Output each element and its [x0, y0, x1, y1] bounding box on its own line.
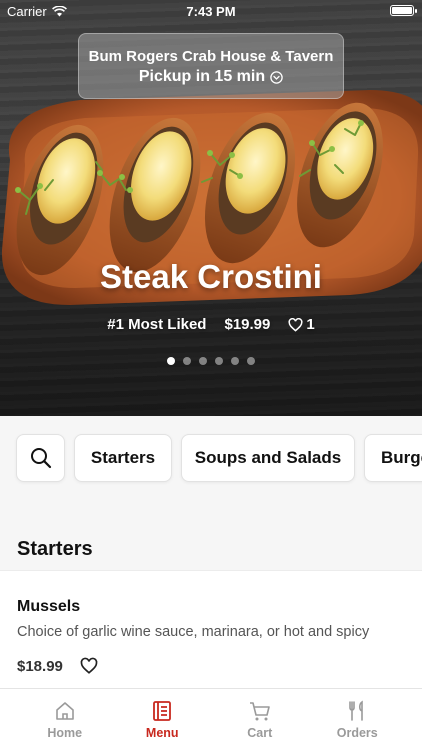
pickup-eta: Pickup in 15 min: [138, 68, 266, 85]
carousel-dot[interactable]: [215, 357, 223, 365]
cart-icon: [249, 702, 270, 721]
carousel-dots[interactable]: [0, 357, 422, 365]
tab-cart[interactable]: Cart: [211, 689, 309, 750]
carousel-dot[interactable]: [247, 357, 255, 365]
tab-label: Orders: [336, 726, 378, 740]
search-button[interactable]: [16, 434, 65, 482]
menu-item-price: $18.99: [17, 658, 63, 675]
orders-icon: [349, 700, 364, 721]
pickup-banner[interactable]: Bum Rogers Crab House & Tavern Pickup in…: [78, 33, 344, 99]
tab-label: Menu: [145, 726, 179, 740]
category-chip-burgers[interactable]: Burgers: [364, 434, 422, 482]
tab-home[interactable]: Home: [16, 689, 114, 750]
category-chip-soups-and-salads[interactable]: Soups and Salads: [181, 434, 355, 482]
status-bar: Carrier 7:43 PM: [0, 0, 422, 22]
tab-label: Cart: [247, 726, 273, 740]
search-icon: [30, 448, 51, 469]
menu-item-description: Choice of garlic wine sauce, marinara, o…: [17, 624, 370, 640]
category-chip-starters[interactable]: Starters: [74, 434, 172, 482]
featured-dish-meta: #1 Most Liked $19.99 1: [0, 316, 422, 333]
heart-icon[interactable]: [80, 657, 98, 675]
like-count: 1: [306, 316, 315, 333]
battery-icon: [390, 5, 417, 16]
tab-label: Home: [47, 726, 83, 740]
menu-item-name: Mussels: [17, 598, 81, 615]
like-button[interactable]: 1: [288, 316, 315, 333]
featured-badge: #1 Most Liked: [107, 316, 207, 333]
section-title: Starters: [17, 538, 93, 560]
category-bar: Starters Soups and Salads Burgers: [0, 416, 422, 500]
carousel-dot[interactable]: [231, 357, 239, 365]
menu-icon: [153, 701, 172, 721]
tab-bar: Home Menu Cart Orders: [0, 688, 422, 750]
clock: 7:43 PM: [186, 4, 236, 19]
tab-orders[interactable]: Orders: [309, 689, 407, 750]
carousel-dot[interactable]: [199, 357, 207, 365]
tab-menu[interactable]: Menu: [114, 689, 212, 750]
restaurant-name: Bum Rogers Crab House & Tavern: [88, 48, 334, 65]
featured-hero[interactable]: Carrier 7:43 PM Bum Rogers Crab House & …: [0, 0, 422, 416]
featured-dish-title: Steak Crostini: [100, 258, 322, 295]
heart-icon: [288, 317, 303, 332]
home-icon: [55, 702, 74, 720]
carousel-dot[interactable]: [183, 357, 191, 365]
carousel-dot[interactable]: [167, 357, 175, 365]
chevron-down-circle-icon: [270, 70, 283, 84]
featured-price: $19.99: [224, 316, 271, 333]
menu-item-card[interactable]: Mussels Choice of garlic wine sauce, mar…: [0, 570, 422, 688]
